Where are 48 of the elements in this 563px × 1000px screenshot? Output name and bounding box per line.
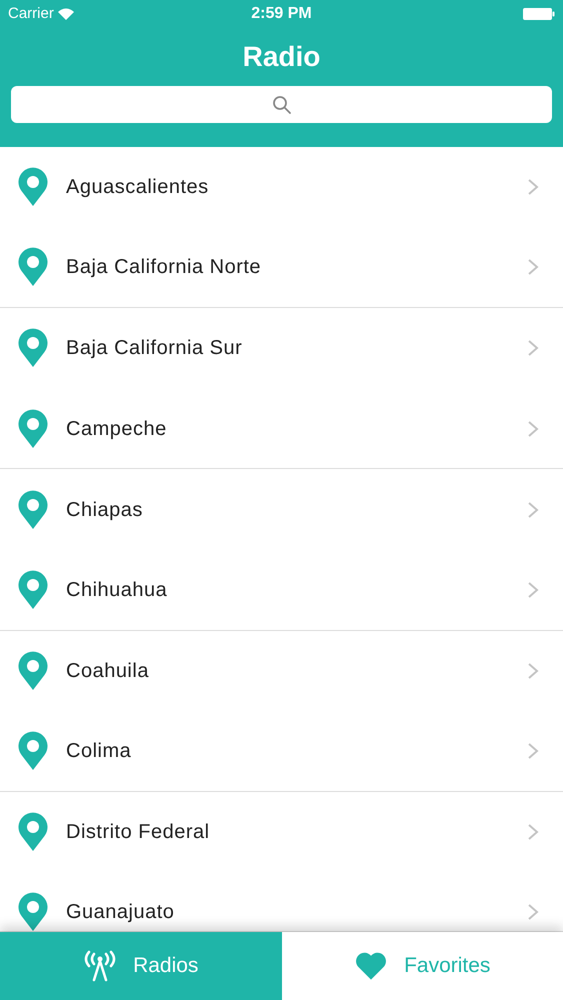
state-name: Aguascalientes (66, 175, 210, 200)
antenna-icon (83, 950, 118, 982)
chevron-icon (527, 500, 539, 519)
state-row[interactable]: Coahuila (0, 630, 563, 712)
state-name: Chihuahua (66, 578, 168, 603)
state-name: Chiapas (66, 498, 144, 523)
chevron-icon (527, 258, 539, 276)
location-pin-icon (17, 328, 49, 368)
state-name: Distrito Federal (66, 820, 211, 846)
location-pin-icon (17, 892, 49, 931)
carrier-label: Carrier (8, 4, 54, 24)
chevron-icon (527, 902, 539, 921)
location-pin-icon (17, 650, 49, 691)
location-pin-icon (17, 247, 49, 288)
state-name: Guanajuato (66, 900, 176, 925)
heart-icon (354, 951, 388, 981)
state-row[interactable]: Aguascalientes (0, 147, 563, 228)
chevron-icon (527, 823, 539, 842)
battery-icon (523, 7, 555, 21)
wifi-icon (58, 8, 74, 20)
chevron-icon (527, 580, 539, 599)
state-name: Colima (66, 738, 132, 764)
state-row[interactable]: Distrito Federal (0, 792, 563, 872)
state-row[interactable]: Chihuahua (0, 550, 563, 631)
state-name: Coahuila (66, 658, 150, 684)
nav-title: Radio (242, 40, 320, 74)
state-name: Baja California Norte (66, 255, 262, 280)
state-row[interactable]: Baja California Sur (0, 308, 563, 389)
chevron-icon (527, 339, 539, 358)
state-row[interactable]: Colima (0, 711, 563, 792)
state-name: Campeche (66, 416, 168, 442)
search-icon (272, 94, 292, 114)
location-pin-icon (17, 490, 49, 530)
state-row[interactable]: Campeche (0, 388, 563, 470)
status-time: 2:59 PM (251, 4, 312, 24)
location-pin-icon (17, 730, 49, 771)
chevron-icon (527, 178, 539, 196)
chevron-icon (527, 420, 539, 438)
location-pin-icon (17, 570, 49, 610)
chevron-icon (527, 742, 539, 760)
state-name: Baja California Sur (66, 336, 244, 362)
location-pin-icon (17, 812, 49, 852)
location-pin-icon (17, 408, 49, 449)
chevron-icon (527, 662, 539, 680)
state-row[interactable]: Baja California Norte (0, 228, 563, 308)
state-row[interactable]: Chiapas (0, 469, 563, 550)
search-field[interactable] (11, 86, 552, 123)
location-pin-icon (17, 167, 49, 208)
